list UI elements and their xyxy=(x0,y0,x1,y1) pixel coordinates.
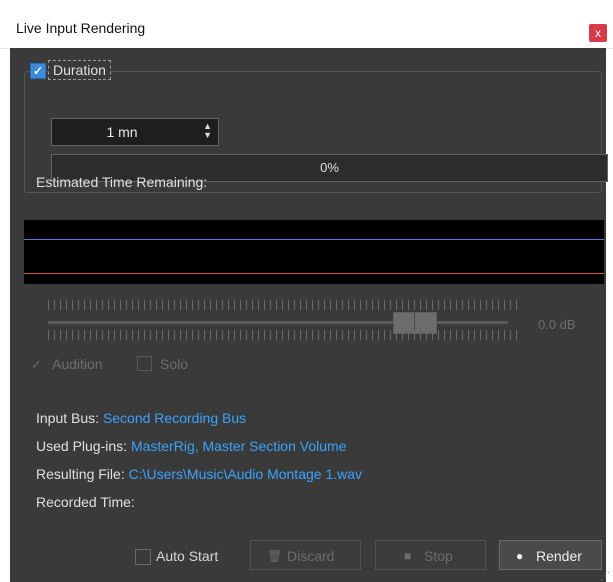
meter-channel-left xyxy=(24,239,604,240)
plugins-label: Used Plug-ins: xyxy=(36,438,128,454)
progress-text: 0% xyxy=(320,160,339,175)
title-bar[interactable]: Live Input Rendering x xyxy=(0,8,613,49)
stop-square-icon: ■ xyxy=(404,549,412,563)
duration-value: 1 mn xyxy=(106,124,138,140)
close-button[interactable]: x xyxy=(589,24,607,42)
duration-label[interactable]: Duration xyxy=(48,60,111,80)
plugins-value[interactable]: MasterRig, Master Section Volume xyxy=(131,438,347,454)
input-bus-label: Input Bus: xyxy=(36,410,100,426)
duration-checkbox[interactable]: ✓ xyxy=(30,63,46,79)
recorded-time-label: Recorded Time: xyxy=(36,494,135,510)
spin-arrows-icon[interactable]: ▲ ▼ xyxy=(203,122,212,140)
resulting-file-label: Resulting File: xyxy=(36,466,125,482)
stop-label: Stop xyxy=(424,548,453,564)
resulting-file-value[interactable]: C:\Users\Music\Audio Montage 1.wav xyxy=(129,466,362,482)
resulting-file-row: Resulting File: C:\Users\Music\Audio Mon… xyxy=(36,466,362,482)
meter-channel-right xyxy=(24,273,604,274)
discard-label: Discard xyxy=(287,548,335,564)
window-title: Live Input Rendering xyxy=(16,20,146,36)
solo-checkbox[interactable] xyxy=(137,356,152,371)
resize-grip-icon[interactable]: ⋰ xyxy=(600,571,610,582)
checkmark-icon: ✓ xyxy=(32,64,44,78)
gain-scale-bottom xyxy=(48,330,518,340)
discard-button[interactable]: 🗑 Discard xyxy=(250,540,361,570)
input-bus-row: Input Bus: Second Recording Bus xyxy=(36,410,246,426)
audition-label[interactable]: Audition xyxy=(52,356,103,372)
audition-checkbox[interactable]: ✓ xyxy=(31,357,42,373)
level-meter xyxy=(24,220,604,284)
record-dot-icon: ● xyxy=(516,549,524,563)
gain-scale-top xyxy=(48,300,518,310)
duration-spinbox[interactable]: 1 mn ▲ ▼ xyxy=(51,118,219,146)
trash-icon: 🗑 xyxy=(267,549,283,563)
render-button[interactable]: ● Render xyxy=(499,540,602,570)
auto-start-label[interactable]: Auto Start xyxy=(156,548,218,564)
render-label: Render xyxy=(536,548,582,564)
stop-button[interactable]: ■ Stop xyxy=(375,540,486,570)
close-icon: x xyxy=(595,26,601,40)
gain-value: 0.0 dB xyxy=(538,317,576,332)
recorded-time-row: Recorded Time: xyxy=(36,494,135,510)
gain-slider-track[interactable] xyxy=(48,321,508,324)
top-strip xyxy=(0,0,613,8)
input-bus-value[interactable]: Second Recording Bus xyxy=(103,410,246,426)
auto-start-checkbox[interactable] xyxy=(135,549,151,565)
solo-label[interactable]: Solo xyxy=(160,356,188,372)
dialog-body: 1 mn ▲ ▼ 0% ✓ Duration Estimated Time Rem… xyxy=(10,48,608,582)
plugins-row: Used Plug-ins: MasterRig, Master Section… xyxy=(36,438,346,454)
estimated-time-label: Estimated Time Remaining: xyxy=(36,174,208,190)
